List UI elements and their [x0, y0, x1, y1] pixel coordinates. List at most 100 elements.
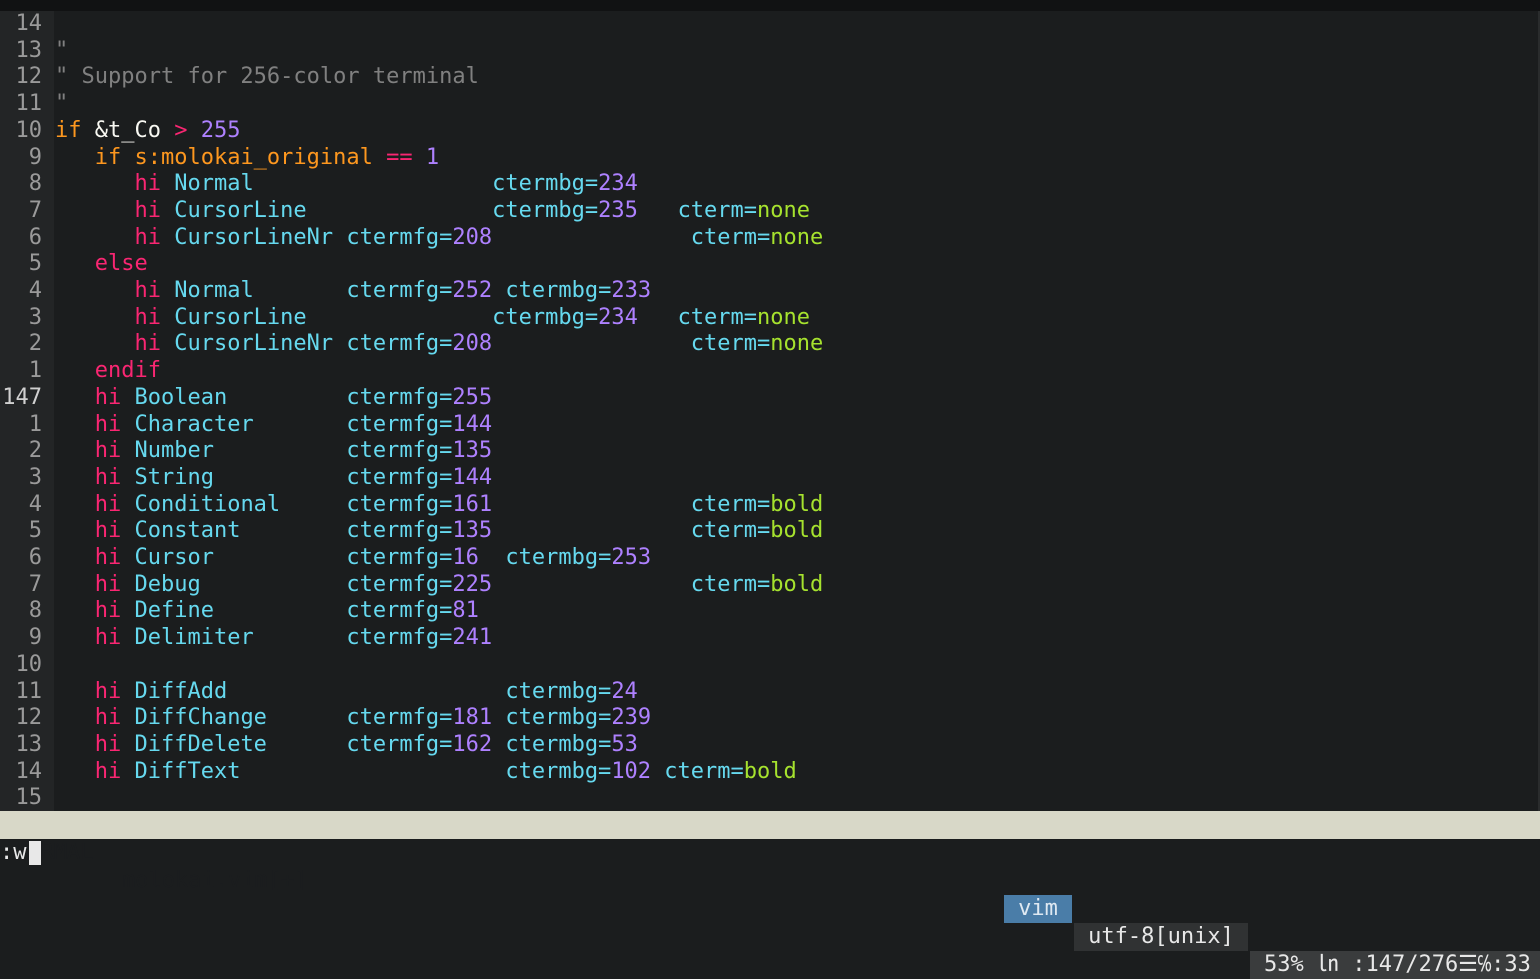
- code-token: ": [55, 37, 69, 63]
- code-token: 144: [452, 411, 493, 437]
- code-text: hi Constant ctermfg=135 cterm=bold: [55, 518, 824, 545]
- code-line[interactable]: 12 hi DiffChange ctermfg=181 ctermbg=239: [0, 705, 1536, 732]
- code-line[interactable]: 1 endif: [0, 358, 1536, 385]
- code-token: Debug: [121, 571, 347, 597]
- code-token: s:molokai_original: [121, 144, 387, 170]
- code-token: 239: [611, 705, 652, 731]
- code-text: hi Character ctermfg=144: [55, 412, 492, 439]
- code-line[interactable]: 5 hi Constant ctermfg=135 cterm=bold: [0, 518, 1536, 545]
- code-line[interactable]: 147 hi Boolean ctermfg=255: [0, 385, 1536, 412]
- code-token: &t_Co: [81, 117, 175, 143]
- code-line[interactable]: 14: [0, 11, 1536, 38]
- code-token: hi: [55, 224, 161, 250]
- code-token: Normal: [160, 171, 493, 197]
- code-line[interactable]: 3 hi String ctermfg=144: [0, 465, 1536, 492]
- code-text: " Support for 256-color terminal: [55, 64, 479, 91]
- line-number: 9: [28, 144, 42, 170]
- line-number: 14: [15, 11, 43, 36]
- code-token: cterm=: [492, 491, 771, 517]
- code-token: none: [757, 304, 811, 330]
- code-text: hi CursorLine ctermbg=234 cterm=none: [55, 305, 810, 332]
- code-line[interactable]: 11 hi DiffAdd ctermbg=24: [0, 679, 1536, 706]
- code-token: 102: [611, 758, 652, 784]
- code-token: ctermfg=: [346, 411, 453, 437]
- code-line[interactable]: 2 hi CursorLineNr ctermfg=208 cterm=none: [0, 331, 1536, 358]
- line-number: 3: [28, 304, 42, 330]
- command-line[interactable]: :w: [0, 839, 1540, 866]
- code-token: hi: [55, 571, 122, 597]
- code-token: Normal: [160, 278, 347, 303]
- code-line[interactable]: 9 if s:molokai_original == 1: [0, 145, 1536, 172]
- code-token: ctermfg=: [346, 731, 453, 757]
- code-line[interactable]: 6 hi Cursor ctermfg=16 ctermbg=253: [0, 545, 1536, 572]
- code-line[interactable]: 10: [0, 652, 1536, 679]
- command-text: :w: [0, 840, 27, 865]
- code-token: Conditional: [121, 491, 347, 517]
- code-token: ctermbg=: [492, 731, 612, 757]
- code-line[interactable]: 4 hi Conditional ctermfg=161 cterm=bold: [0, 492, 1536, 519]
- code-line[interactable]: 11 ": [0, 91, 1536, 118]
- line-number: 4: [28, 491, 42, 517]
- code-token: hi: [55, 438, 122, 464]
- code-token: ctermfg=: [346, 491, 453, 517]
- code-token: ctermfg=: [346, 598, 453, 624]
- code-token: else: [55, 251, 148, 277]
- code-token: 208: [452, 224, 493, 250]
- code-token: hi: [55, 678, 122, 704]
- status-line: NORMAL molokai.vim[+] vim utf-8[unix] 53…: [0, 811, 1540, 979]
- code-token: 53: [611, 731, 638, 757]
- code-line[interactable]: 15: [0, 785, 1536, 812]
- code-line[interactable]: 12 " Support for 256-color terminal: [0, 64, 1536, 91]
- code-token: DiffAdd: [121, 678, 506, 704]
- code-line[interactable]: 8 hi Define ctermfg=81: [0, 598, 1536, 625]
- code-line[interactable]: 9 hi Delimiter ctermfg=241: [0, 625, 1536, 652]
- code-line[interactable]: 2 hi Number ctermfg=135: [0, 438, 1536, 465]
- code-token: hi: [55, 705, 122, 731]
- editor-buffer[interactable]: 14 13 " 12 " Support for 256-color terminal 1…: [0, 11, 1540, 811]
- line-number: 7: [28, 571, 42, 597]
- code-text: hi Normal ctermbg=234: [55, 171, 637, 198]
- line-number: 2: [28, 438, 42, 464]
- code-token: ctermbg=: [492, 705, 612, 731]
- code-line[interactable]: 1 hi Character ctermfg=144: [0, 412, 1536, 439]
- code-line[interactable]: 4 hi Normal ctermfg=252 ctermbg=233: [0, 278, 1536, 305]
- code-text: hi Delimiter ctermfg=241: [55, 625, 492, 652]
- code-token: hi: [55, 278, 161, 303]
- code-token: >: [174, 117, 188, 143]
- code-line[interactable]: 6 hi CursorLineNr ctermfg=208 cterm=none: [0, 225, 1536, 252]
- code-token: hi: [55, 491, 122, 517]
- code-line[interactable]: 7 hi CursorLine ctermbg=235 cterm=none: [0, 198, 1536, 225]
- code-token: cterm=: [492, 571, 771, 597]
- code-token: DiffDelete: [121, 731, 347, 757]
- line-number: 1: [28, 358, 42, 384]
- line-number: 5: [28, 518, 42, 544]
- code-token: cterm=: [492, 224, 771, 250]
- code-line[interactable]: 13 hi DiffDelete ctermfg=162 ctermbg=53: [0, 732, 1536, 759]
- code-text: hi CursorLine ctermbg=235 cterm=none: [55, 198, 810, 225]
- code-line[interactable]: 14 hi DiffText ctermbg=102 cterm=bold: [0, 759, 1536, 786]
- code-token: ctermfg=: [346, 384, 453, 410]
- code-line[interactable]: 8 hi Normal ctermbg=234: [0, 171, 1536, 198]
- code-token: ctermfg=: [346, 571, 453, 597]
- encoding-indicator: utf-8[unix]: [1074, 923, 1248, 951]
- line-number: 15: [15, 785, 43, 811]
- code-token: hi: [55, 758, 122, 784]
- code-token: 81: [452, 598, 479, 624]
- code-token: cterm=: [637, 197, 758, 223]
- code-line[interactable]: 3 hi CursorLine ctermbg=234 cterm=none: [0, 305, 1536, 332]
- line-number: 9: [28, 625, 42, 651]
- code-text: hi Number ctermfg=135: [55, 438, 492, 465]
- code-token: CursorLine: [160, 197, 493, 223]
- code-token: endif: [55, 358, 161, 384]
- code-line[interactable]: 7 hi Debug ctermfg=225 cterm=bold: [0, 572, 1536, 599]
- line-number: 6: [28, 224, 42, 250]
- code-token: bold: [770, 518, 824, 544]
- code-line[interactable]: 10 if &t_Co > 255: [0, 118, 1536, 145]
- code-line[interactable]: 13 ": [0, 38, 1536, 65]
- code-line[interactable]: 5 else: [0, 251, 1536, 278]
- code-text: hi DiffChange ctermfg=181 ctermbg=239: [55, 705, 651, 732]
- code-token: cterm=: [651, 758, 744, 784]
- code-token: CursorLineNr: [160, 224, 347, 250]
- code-token: ctermfg=: [346, 705, 453, 731]
- code-token: hi: [55, 331, 161, 357]
